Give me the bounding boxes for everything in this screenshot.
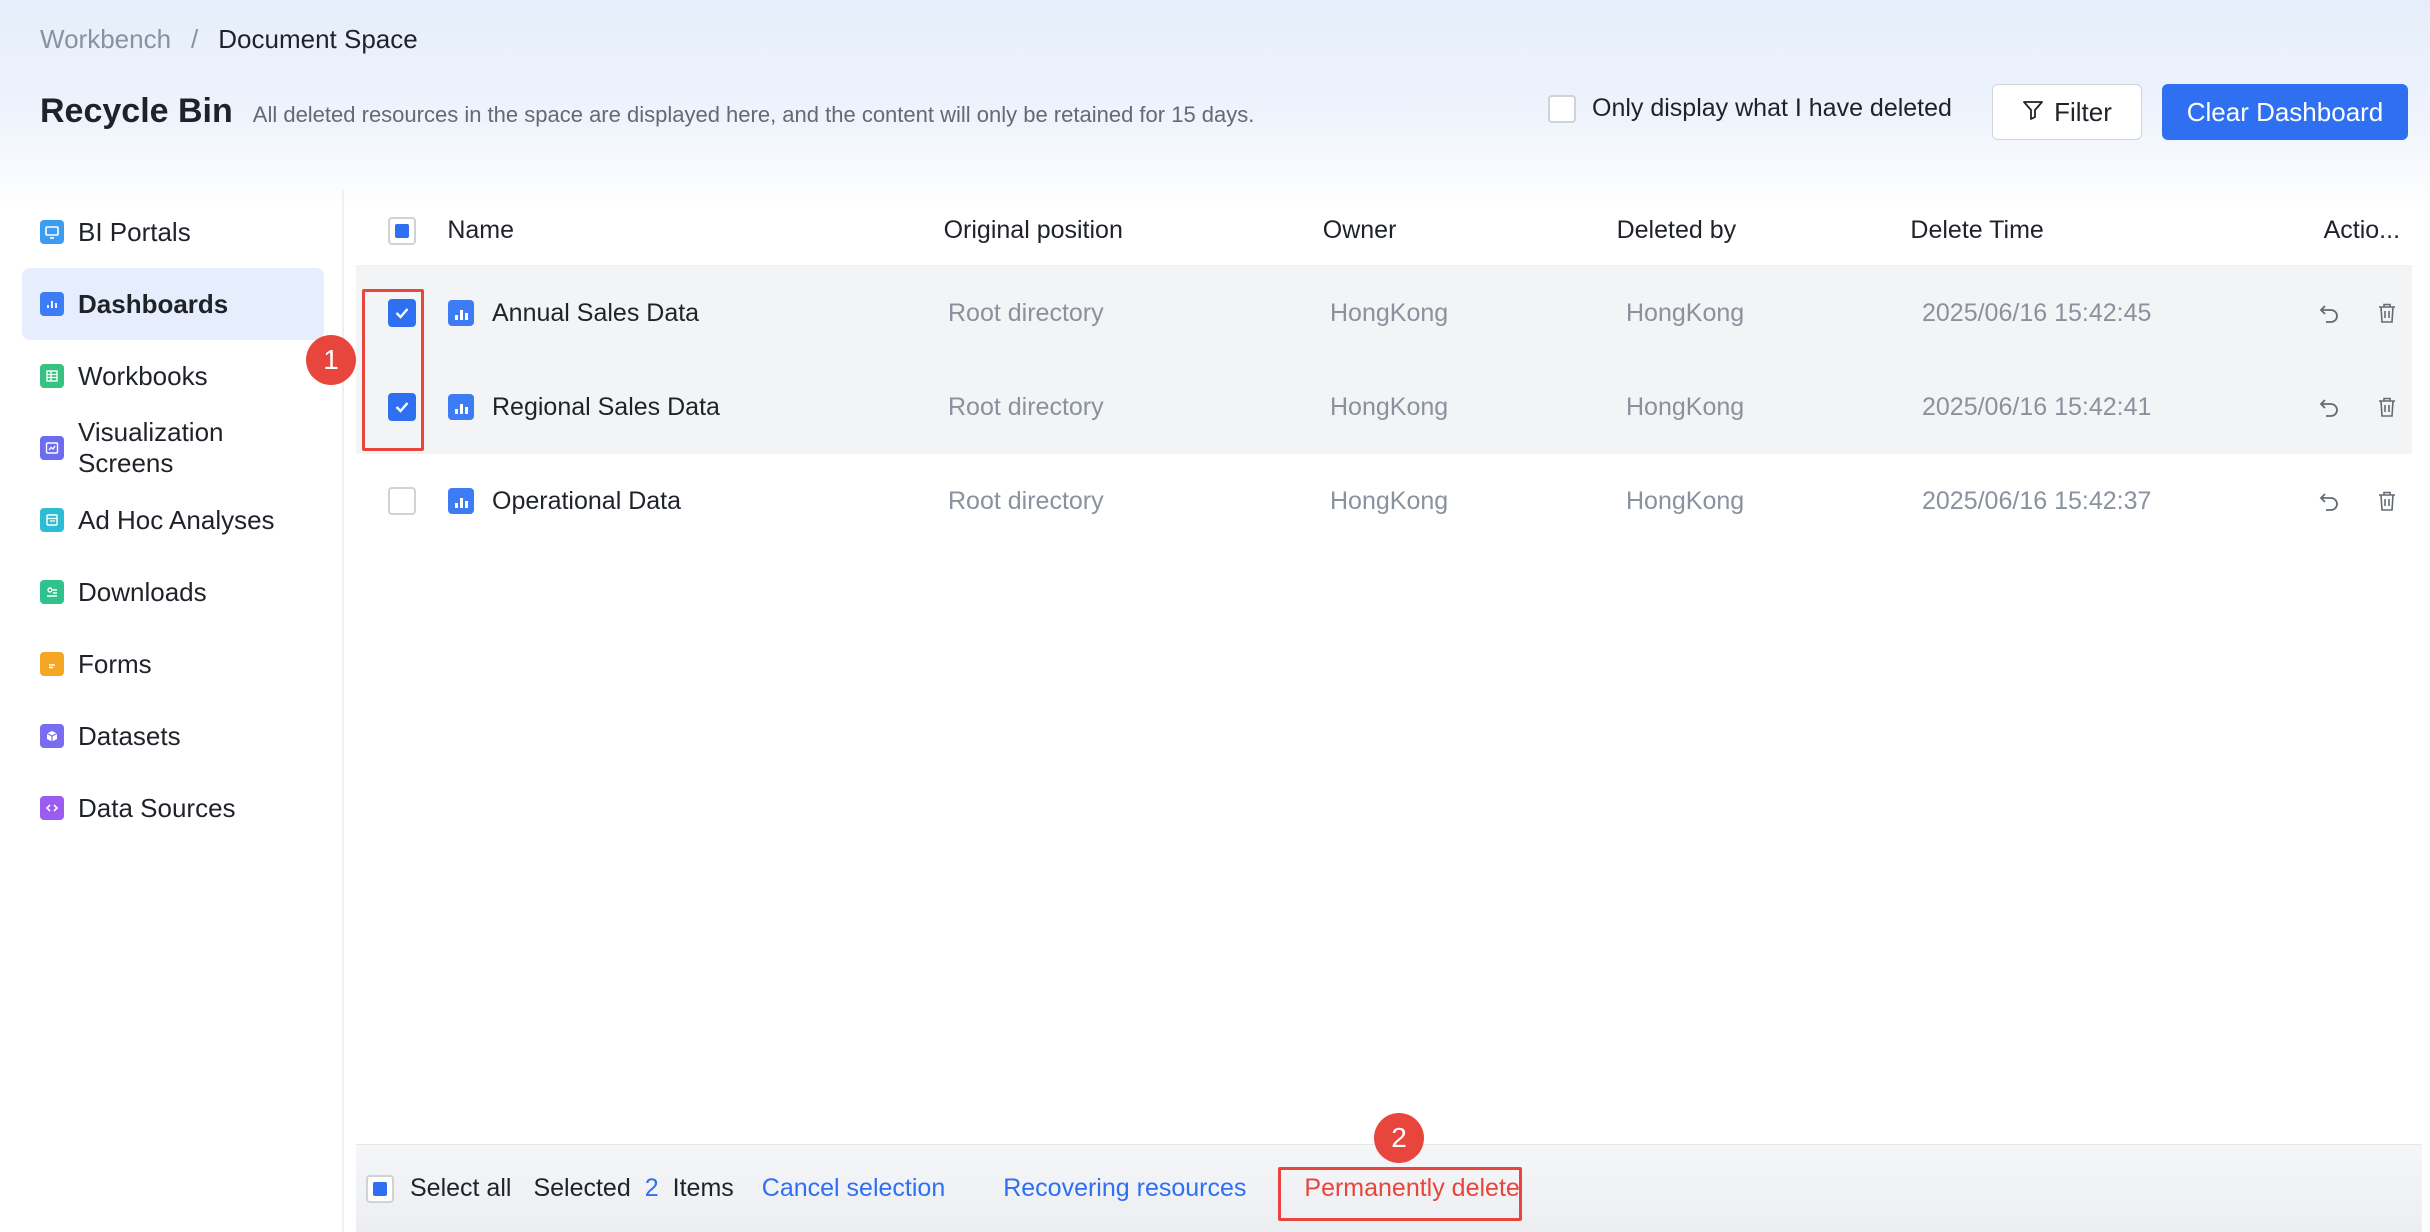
row-owner: HongKong	[1330, 486, 1449, 515]
footer-select-all-checkbox[interactable]	[366, 1174, 394, 1203]
annotation-badge-1: 1	[306, 335, 356, 385]
only-mine-label: Only display what I have deleted	[1592, 94, 1952, 122]
restore-icon[interactable]	[2316, 300, 2342, 326]
sidebar-item-visualization-screens[interactable]: Visualization Screens	[22, 412, 324, 484]
row-delete-time: 2025/06/16 15:42:37	[1922, 486, 2152, 515]
sidebar-item-bi-portals[interactable]: BI Portals	[22, 196, 324, 268]
row-position: Root directory	[948, 392, 1104, 421]
column-name[interactable]: Name	[447, 216, 943, 245]
page-title: Recycle Bin	[40, 92, 233, 130]
sidebar-item-label: Ad Hoc Analyses	[78, 504, 275, 535]
only-mine-checkbox[interactable]	[1548, 94, 1576, 123]
column-actions: Actio...	[2323, 216, 2401, 244]
only-mine-toggle[interactable]: Only display what I have deleted	[1548, 94, 1952, 123]
sidebar: BI Portals Dashboards Workbooks Visualiz…	[22, 196, 324, 844]
datasource-icon	[40, 796, 64, 820]
screen-icon	[40, 436, 64, 460]
sidebar-item-label: BI Portals	[78, 216, 191, 247]
sidebar-item-label: Data Sources	[78, 792, 236, 823]
download-icon	[40, 580, 64, 604]
row-name: Operational Data	[492, 486, 682, 515]
row-deleted-by: HongKong	[1626, 486, 1745, 515]
recycle-table: Name Original position Owner Deleted by …	[356, 196, 2412, 548]
sidebar-item-datasets[interactable]: Datasets	[22, 700, 324, 772]
row-deleted-by: HongKong	[1626, 298, 1745, 327]
form-icon	[40, 652, 64, 676]
header-select-checkbox[interactable]	[387, 216, 416, 245]
trash-icon[interactable]	[2374, 300, 2400, 326]
column-delete-time[interactable]: Delete Time	[1910, 216, 2287, 245]
selected-count: 2	[644, 1174, 659, 1202]
row-deleted-by: HongKong	[1626, 392, 1745, 421]
sidebar-item-label: Downloads	[78, 576, 207, 607]
table-row[interactable]: Annual Sales Data Root directory HongKon…	[356, 266, 2412, 360]
sidebar-item-label: Dashboards	[78, 288, 229, 319]
filter-label: Filter	[2054, 96, 2112, 127]
select-all-label[interactable]: Select all	[410, 1174, 511, 1203]
sidebar-item-forms[interactable]: Forms	[22, 628, 324, 700]
sidebar-item-label: Visualization Screens	[78, 417, 224, 478]
breadcrumb-workbench[interactable]: Workbench	[40, 24, 171, 55]
sidebar-item-workbooks[interactable]: Workbooks	[22, 340, 324, 412]
title-row: Recycle Bin All deleted resources in the…	[40, 92, 1254, 131]
sidebar-item-label: Workbooks	[78, 360, 208, 391]
row-delete-time: 2025/06/16 15:42:41	[1922, 392, 2152, 421]
items-suffix: Items	[672, 1174, 734, 1202]
breadcrumb-separator: /	[191, 24, 199, 54]
filter-button[interactable]: Filter	[1992, 84, 2142, 140]
annotation-box-checkboxes	[362, 289, 424, 451]
sidebar-item-ad-hoc-analyses[interactable]: Ad Hoc Analyses	[22, 484, 324, 556]
column-original-position[interactable]: Original position	[944, 216, 1323, 245]
filter-icon	[2022, 97, 2044, 128]
table-row[interactable]: Operational Data Root directory HongKong…	[356, 454, 2412, 548]
row-position: Root directory	[948, 486, 1104, 515]
clear-dashboard-button[interactable]: Clear Dashboard	[2162, 84, 2408, 140]
row-position: Root directory	[948, 298, 1104, 327]
dataset-icon	[40, 724, 64, 748]
annotation-box-permanent-delete	[1278, 1167, 1522, 1221]
row-name: Annual Sales Data	[492, 298, 700, 327]
row-delete-time: 2025/06/16 15:42:45	[1922, 298, 2152, 327]
column-owner[interactable]: Owner	[1323, 216, 1617, 245]
row-owner: HongKong	[1330, 392, 1449, 421]
sidebar-item-label: Datasets	[78, 720, 181, 751]
table-row[interactable]: Regional Sales Data Root directory HongK…	[356, 360, 2412, 454]
workbook-icon	[40, 364, 64, 388]
breadcrumb-current: Document Space	[218, 24, 418, 54]
table-header: Name Original position Owner Deleted by …	[356, 196, 2412, 266]
row-name: Regional Sales Data	[492, 392, 720, 421]
sidebar-item-data-sources[interactable]: Data Sources	[22, 772, 324, 844]
sidebar-item-downloads[interactable]: Downloads	[22, 556, 324, 628]
dashboard-icon	[40, 292, 64, 316]
adhoc-icon	[40, 508, 64, 532]
sidebar-item-label: Forms	[78, 648, 152, 679]
dashboard-icon	[448, 488, 474, 514]
page-description: All deleted resources in the space are d…	[252, 102, 1255, 127]
selected-prefix: Selected	[533, 1174, 631, 1202]
cancel-selection-link[interactable]: Cancel selection	[762, 1174, 945, 1203]
dashboard-icon	[448, 300, 474, 326]
restore-icon[interactable]	[2316, 488, 2342, 514]
breadcrumb: Workbench / Document Space	[40, 24, 418, 55]
recover-resources-link[interactable]: Recovering resources	[1003, 1174, 1246, 1203]
trash-icon[interactable]	[2374, 394, 2400, 420]
annotation-badge-2: 2	[1374, 1113, 1424, 1163]
portal-icon	[40, 220, 64, 244]
restore-icon[interactable]	[2316, 394, 2342, 420]
column-deleted-by[interactable]: Deleted by	[1617, 216, 1911, 245]
row-owner: HongKong	[1330, 298, 1449, 327]
sidebar-item-dashboards[interactable]: Dashboards	[22, 268, 324, 340]
dashboard-icon	[448, 394, 474, 420]
trash-icon[interactable]	[2374, 488, 2400, 514]
row-checkbox[interactable]	[388, 487, 416, 515]
